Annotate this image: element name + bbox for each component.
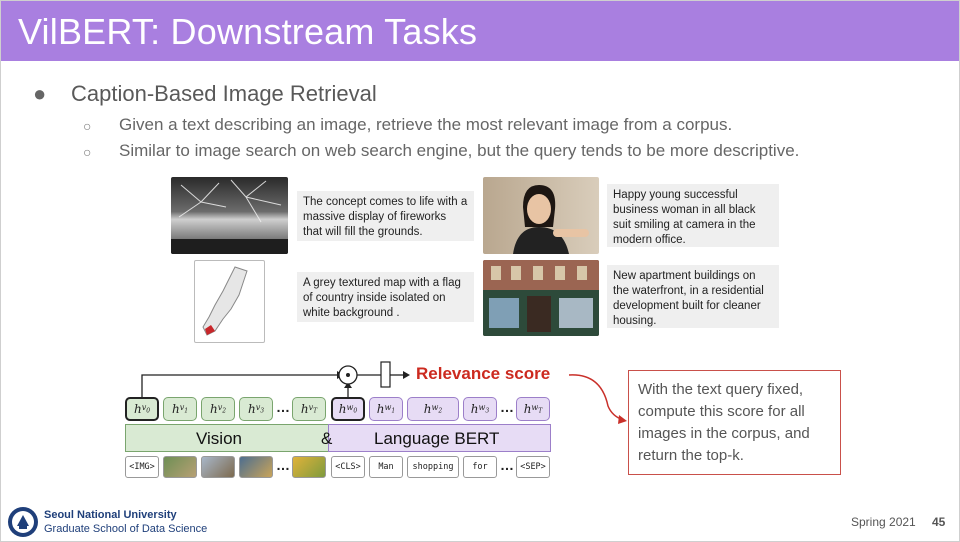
vision-output-token: h v1 [163, 397, 197, 421]
relevance-score-label: Relevance score [416, 364, 551, 383]
ellipsis: … [500, 399, 514, 415]
vision-output-token: h v2 [201, 397, 235, 421]
image-region-input [292, 456, 326, 478]
vision-output-token: h v3 [239, 397, 273, 421]
model-name-language: Language BERT [374, 429, 500, 448]
page-number: 45 [932, 515, 946, 529]
image-region-input [163, 456, 197, 478]
vision-output-token: h vT [292, 397, 326, 421]
ellipsis: … [500, 457, 514, 473]
language-output-token: h w3 [463, 397, 497, 421]
model-name-amp: & [321, 429, 333, 448]
vision-output-token: h v0 [125, 397, 159, 421]
language-output-token: h w0 [331, 397, 365, 421]
language-output-token: h w2 [407, 397, 459, 421]
term-label: Spring 2021 [851, 515, 916, 529]
image-region-input [201, 456, 235, 478]
slide: VilBERT: Downstream Tasks ● Caption-Base… [0, 0, 960, 542]
ellipsis: … [276, 457, 290, 473]
image-token-input: <IMG> [125, 456, 159, 478]
word-token-input: Man [369, 456, 403, 478]
cls-token-input: <CLS> [331, 456, 365, 478]
image-region-input [239, 456, 273, 478]
ellipsis: … [276, 399, 290, 415]
school-name: Graduate School of Data Science [44, 523, 208, 535]
sep-token-input: <SEP> [516, 456, 550, 478]
explanation-box: With the text query fixed, compute this … [628, 370, 841, 475]
language-output-token: h wT [516, 397, 550, 421]
model-name-vision: Vision [196, 429, 242, 448]
university-name: Seoul National University [44, 509, 177, 521]
word-token-input: shopping [407, 456, 459, 478]
word-token-input: for [463, 456, 497, 478]
language-output-token: h w1 [369, 397, 403, 421]
university-logo [7, 506, 39, 538]
